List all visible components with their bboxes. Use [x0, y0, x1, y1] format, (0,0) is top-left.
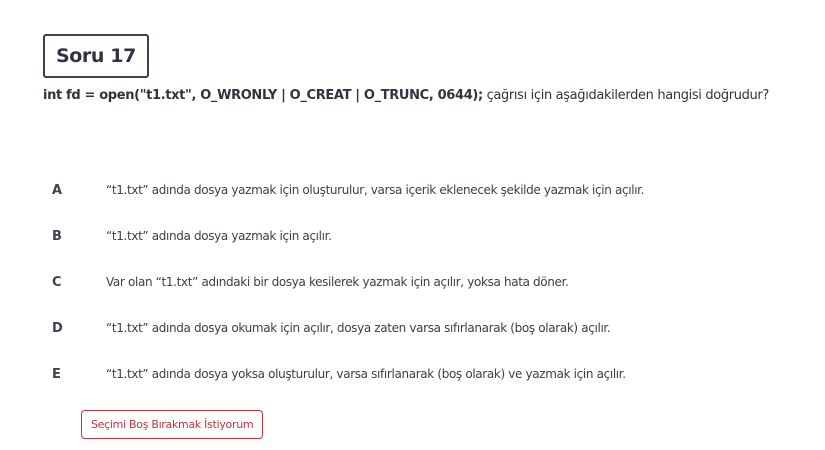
option-e[interactable]: E “t1.txt” adında dosya yoksa oluşturulu…	[52, 363, 792, 385]
question-code: int fd = open("t1.txt", O_WRONLY | O_CRE…	[43, 88, 483, 103]
option-letter: C	[52, 274, 62, 290]
option-text: “t1.txt” adında dosya okumak için açılır…	[106, 321, 611, 335]
option-text: “t1.txt” adında dosya yoksa oluşturulur,…	[106, 367, 626, 381]
option-c[interactable]: C Var olan “t1.txt” adındaki bir dosya k…	[52, 271, 792, 293]
question-text: int fd = open("t1.txt", O_WRONLY | O_CRE…	[43, 88, 803, 103]
question-number-badge: Soru 17	[43, 34, 149, 78]
option-d[interactable]: D “t1.txt” adında dosya okumak için açıl…	[52, 317, 792, 339]
question-number: Soru 17	[56, 45, 136, 67]
skip-question-button[interactable]: Seçimi Boş Bırakmak İstiyorum	[81, 410, 264, 439]
option-letter: E	[52, 366, 61, 382]
option-letter: B	[52, 228, 62, 244]
option-letter: D	[52, 320, 63, 336]
option-letter: A	[52, 182, 63, 198]
question-prompt: çağrısı için aşağıdakilerden hangisi doğ…	[482, 88, 770, 103]
option-text: “t1.txt” adında dosya yazmak için oluştu…	[106, 183, 645, 197]
option-text: “t1.txt” adında dosya yazmak için açılır…	[106, 229, 332, 243]
option-text: Var olan “t1.txt” adındaki bir dosya kes…	[106, 275, 569, 289]
option-a[interactable]: A “t1.txt” adında dosya yazmak için oluş…	[52, 179, 792, 201]
option-b[interactable]: B “t1.txt” adında dosya yazmak için açıl…	[52, 225, 792, 247]
